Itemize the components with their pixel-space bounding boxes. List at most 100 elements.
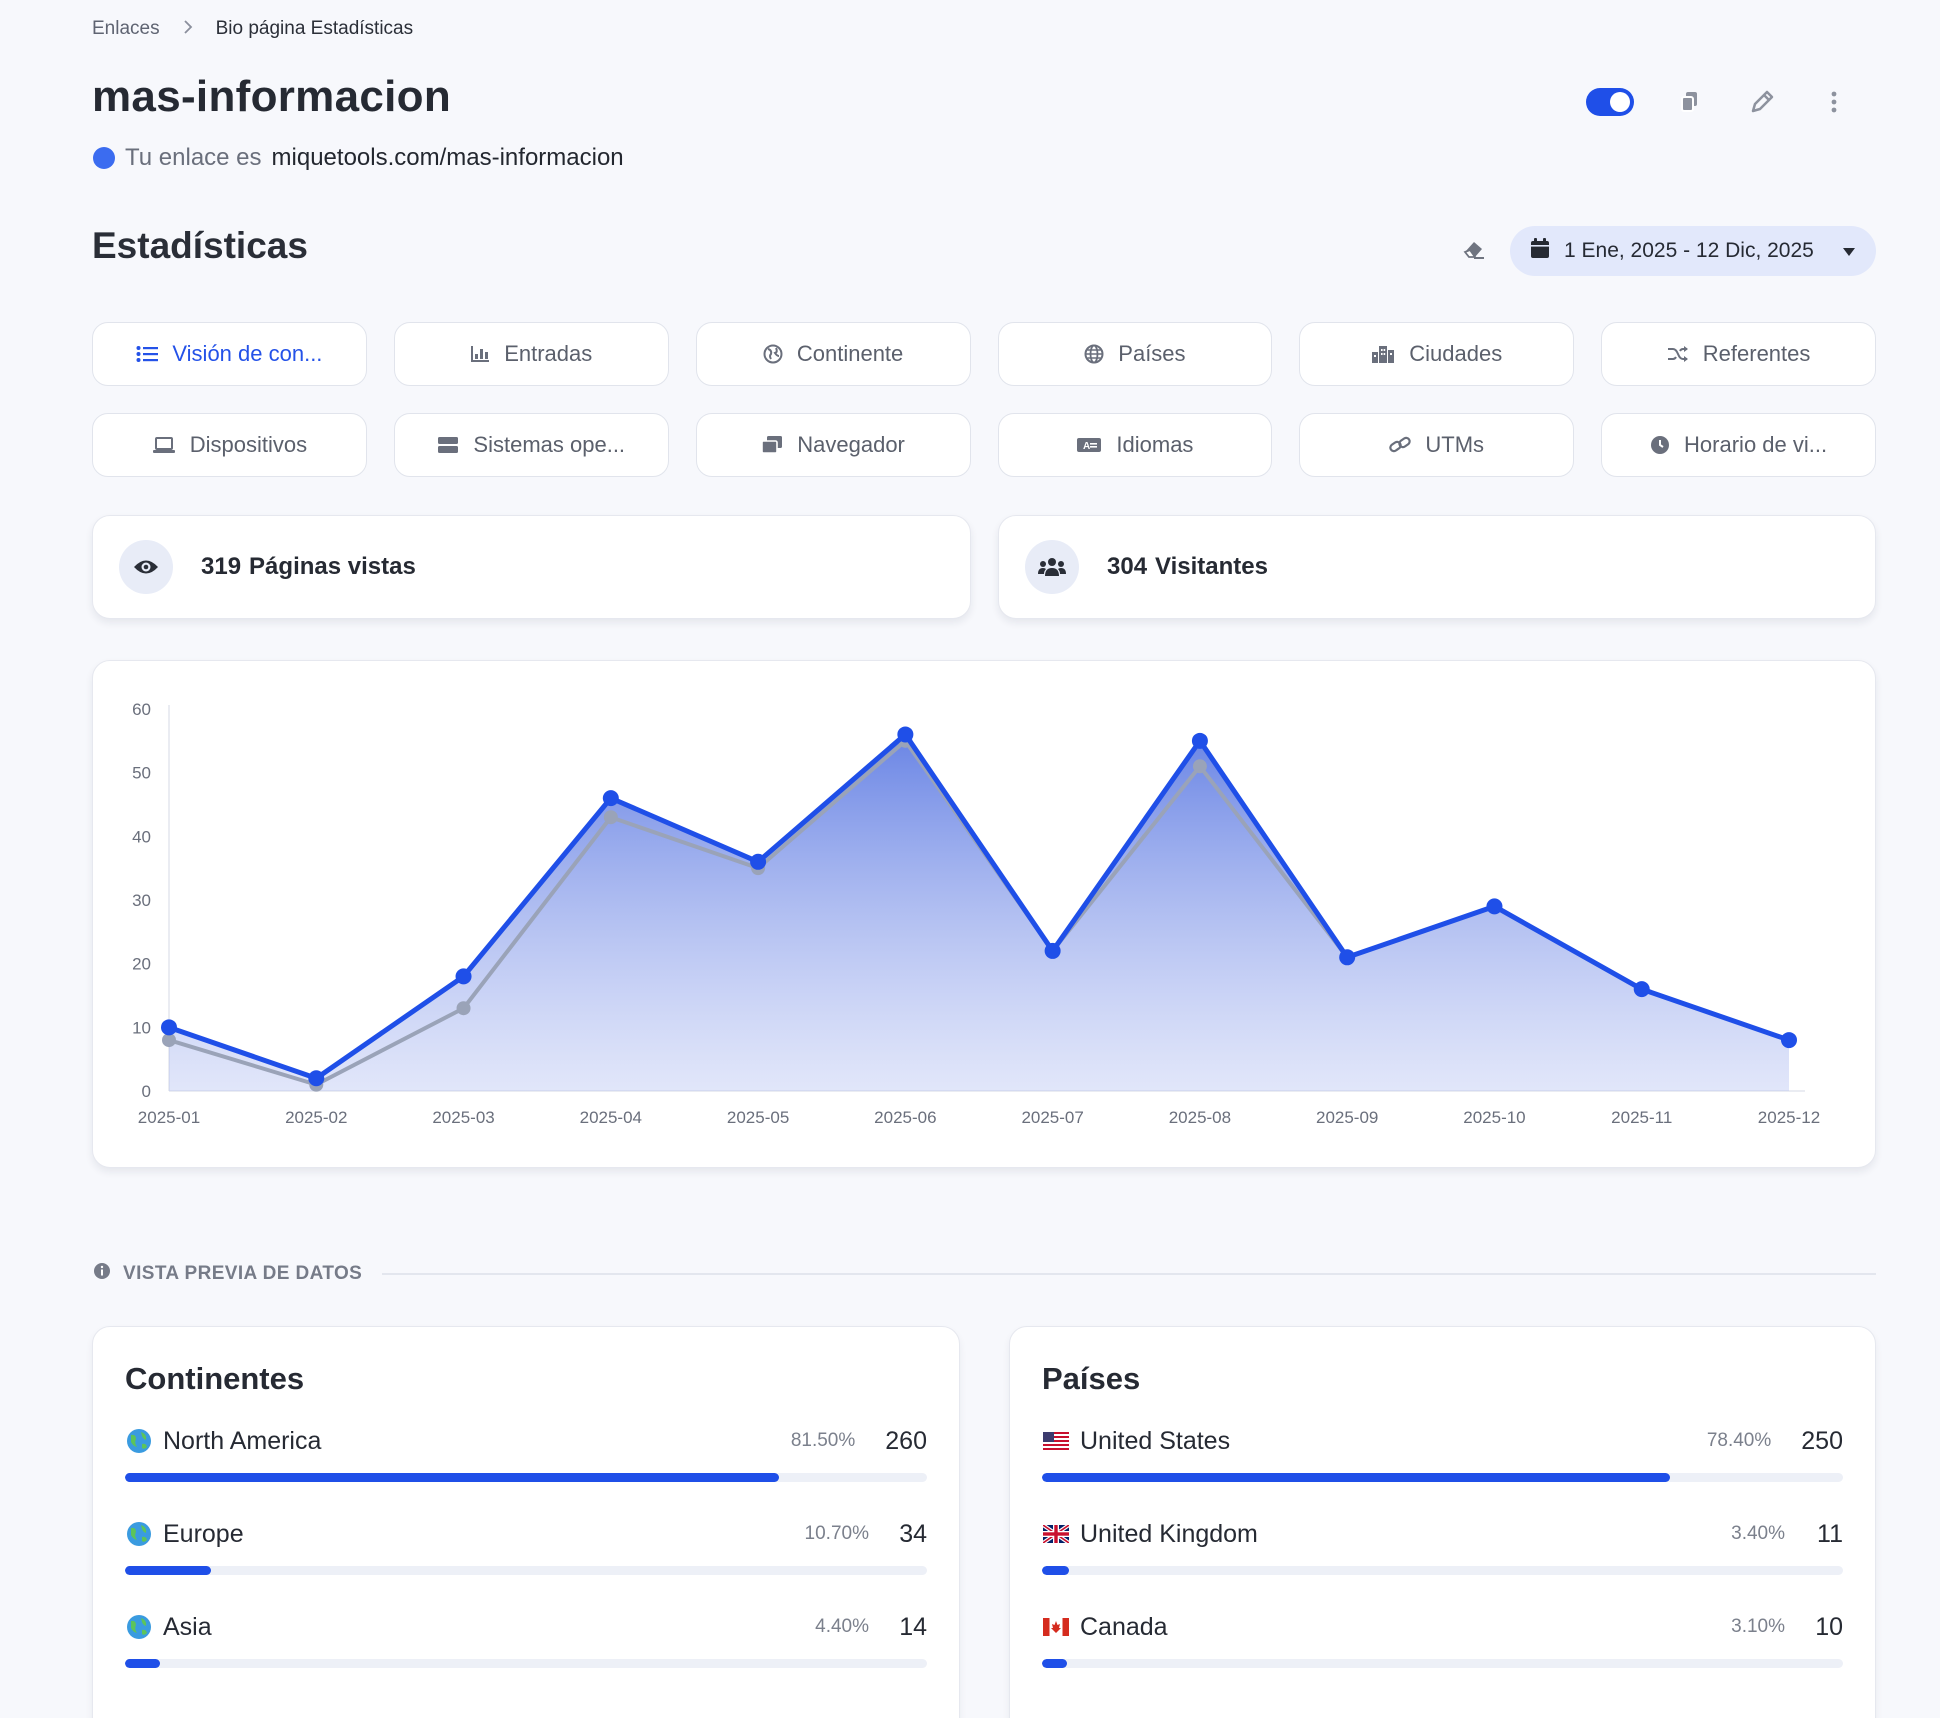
country-pct: 78.40% [1706, 1430, 1772, 1451]
visits-chart: 0 10 20 30 40 50 60 2025-01 2025-02 2025-03 2025-… [132, 700, 1820, 1127]
y-tick-label: 10 [132, 1018, 151, 1037]
stats-tabs: Visión de con... Entradas Continente Paí… [92, 322, 1876, 477]
progress-fill [125, 1566, 211, 1575]
country-pct: 3.10% [1731, 1616, 1785, 1637]
globe-icon [125, 1613, 153, 1641]
eraser-icon[interactable] [1462, 238, 1486, 265]
x-tick-label: 2025-02 [285, 1108, 347, 1127]
tab-entries[interactable]: Entradas [393, 322, 669, 386]
tab-browser[interactable]: Navegador [695, 413, 971, 477]
data-point[interactable] [1781, 1032, 1797, 1049]
x-tick-label: 2025-10 [1463, 1108, 1525, 1127]
list-item[interactable]: United Kingdom 3.40% 11 [1042, 1514, 1843, 1607]
data-point[interactable] [308, 1070, 325, 1087]
tab-utms[interactable]: UTMs [1299, 413, 1575, 477]
laptop-icon [152, 437, 175, 453]
data-point[interactable] [603, 810, 618, 825]
data-point[interactable] [1192, 759, 1207, 774]
progress-bar [1042, 1566, 1843, 1575]
y-tick-label: 50 [132, 764, 151, 783]
city-icon [1372, 346, 1395, 363]
tab-countries[interactable]: Países [997, 322, 1273, 386]
data-point[interactable] [1486, 898, 1503, 915]
tab-label: Referentes [1702, 341, 1811, 366]
tab-overview[interactable]: Visión de con... [92, 322, 367, 386]
globe-americas-icon [763, 344, 783, 364]
info-icon [93, 1262, 111, 1286]
windows-icon [761, 436, 783, 454]
copy-icon[interactable] [1674, 86, 1706, 118]
breadcrumb: Enlaces Bio página Estadísticas [92, 18, 413, 40]
data-point[interactable] [750, 853, 767, 870]
language-icon: A [1077, 438, 1102, 452]
pageviews-card: 319 Páginas vistas [92, 515, 971, 619]
countries-card: Países United States 78.40% 250 United K… [1009, 1326, 1876, 1718]
x-tick-label: 2025-04 [580, 1108, 642, 1127]
link-prefix: Tu enlace es [125, 144, 262, 171]
date-range-button[interactable]: 1 Ene, 2025 - 12 Dic, 2025 [1510, 226, 1876, 276]
list-item[interactable]: Europe 10.70% 34 [125, 1514, 927, 1607]
continent-pct: 81.50% [790, 1430, 856, 1451]
continent-count: 260 [885, 1426, 927, 1455]
data-point[interactable] [897, 726, 914, 743]
list-item[interactable]: United States 78.40% 250 [1042, 1421, 1843, 1514]
y-tick-label: 30 [132, 891, 151, 910]
tab-continent[interactable]: Continente [695, 322, 971, 386]
list-item[interactable]: Asia 4.40% 14 [125, 1607, 927, 1700]
x-tick-label: 2025-03 [432, 1108, 494, 1127]
link-line: Tu enlace es miquetools.com/mas-informac… [93, 144, 624, 172]
tab-visit-time[interactable]: Horario de vi... [1601, 413, 1876, 477]
header-actions [1586, 86, 1850, 118]
server-icon [438, 437, 459, 453]
country-count: 11 [1817, 1519, 1843, 1548]
tab-label: Dispositivos [189, 432, 308, 457]
continents-title: Continentes [125, 1361, 305, 1396]
data-point[interactable] [1633, 981, 1650, 998]
list-item[interactable]: Canada 3.10% 10 [1042, 1607, 1843, 1700]
progress-bar [125, 1473, 927, 1482]
data-point[interactable] [161, 1019, 177, 1036]
preview-label-text: VISTA PREVIA DE DATOS [123, 1263, 363, 1284]
globe-icon [125, 1427, 153, 1455]
tab-label: Países [1118, 341, 1186, 366]
more-vertical-icon[interactable] [1818, 86, 1850, 118]
visitors-card: 304 Visitantes [998, 515, 1876, 619]
data-point[interactable] [602, 790, 619, 807]
tab-cities[interactable]: Ciudades [1299, 322, 1575, 386]
data-point[interactable] [1339, 949, 1356, 966]
y-tick-label: 0 [142, 1082, 151, 1101]
data-point[interactable] [456, 1001, 471, 1016]
tab-devices[interactable]: Dispositivos [92, 413, 367, 477]
tab-languages[interactable]: A Idiomas [997, 413, 1273, 477]
progress-bar [125, 1659, 927, 1668]
progress-fill [1042, 1659, 1067, 1668]
link-url[interactable]: miquetools.com/mas-informacion [272, 144, 624, 172]
country-count: 250 [1801, 1426, 1843, 1455]
tab-label: Entradas [504, 341, 593, 366]
continent-name: North America [163, 1426, 322, 1455]
tab-os[interactable]: Sistemas ope... [393, 413, 669, 477]
globe-icon [1084, 344, 1104, 364]
pencil-icon[interactable] [1746, 86, 1778, 118]
breadcrumb-root[interactable]: Enlaces [92, 18, 160, 40]
canada-flag-icon [1042, 1613, 1070, 1641]
tab-label: Idiomas [1116, 432, 1194, 457]
data-point[interactable] [1191, 732, 1208, 749]
caret-down-icon [1842, 239, 1856, 263]
data-point[interactable] [455, 968, 472, 985]
data-point[interactable] [1044, 942, 1061, 959]
users-icon [1025, 540, 1079, 594]
tab-label: Navegador [797, 432, 905, 457]
chevron-right-icon [182, 19, 194, 40]
continents-card: Continentes North America 81.50% 260 Eur… [92, 1326, 960, 1718]
continent-pct: 10.70% [804, 1523, 869, 1544]
x-tick-label: 2025-07 [1021, 1108, 1083, 1127]
y-tick-label: 40 [132, 827, 151, 846]
tab-label: Horario de vi... [1684, 432, 1828, 457]
list-item[interactable]: North America 81.50% 260 [125, 1421, 927, 1514]
page-title: mas-informacion [92, 72, 452, 121]
tab-referrers[interactable]: Referentes [1601, 322, 1876, 386]
tab-label: UTMs [1425, 432, 1485, 457]
enabled-toggle[interactable] [1586, 88, 1634, 116]
progress-bar [1042, 1659, 1843, 1668]
